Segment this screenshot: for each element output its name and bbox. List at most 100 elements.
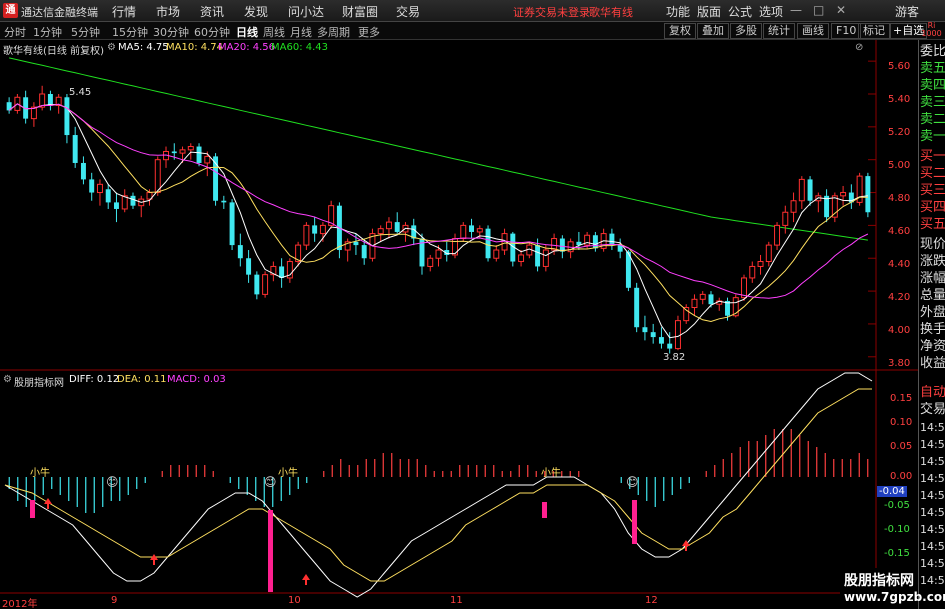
candle-body-down <box>535 245 541 267</box>
period-15min[interactable]: 15分钟 <box>112 24 148 40</box>
date-label: 2012年 <box>2 599 38 609</box>
menu-jiaoyi[interactable]: 交易 <box>396 3 420 20</box>
side-item[interactable]: 买三 <box>920 183 945 199</box>
candle-body-up <box>187 146 194 151</box>
macd-tick: 0.05 <box>890 441 913 452</box>
side-item[interactable]: 换手 <box>920 322 945 338</box>
candle-body-down <box>312 225 318 234</box>
maximize-button[interactable]: □ <box>813 3 824 17</box>
candle-body-down <box>229 202 235 246</box>
side-item[interactable]: 卖三 <box>920 95 945 111</box>
tool-tongji[interactable]: 统计 <box>763 23 795 39</box>
candle-body-up <box>691 298 698 309</box>
signal-bar <box>542 502 547 518</box>
candle-body-down <box>89 179 95 193</box>
app-title: 通达信金融终端 <box>21 6 98 19</box>
menu-shichang[interactable]: 市场 <box>156 3 180 20</box>
menu-caifuquan[interactable]: 财富圈 <box>342 3 378 20</box>
price-tick: 4.60 <box>888 226 911 237</box>
side-item[interactable]: 卖五 <box>920 61 945 77</box>
menu-wenxiaoda[interactable]: 问小达 <box>288 3 324 20</box>
candle-body-down <box>361 245 367 259</box>
menu-zixun[interactable]: 资讯 <box>200 3 224 20</box>
login-status[interactable]: 证券交易未登录 <box>513 4 590 20</box>
niu-signal-1: 小牛 <box>30 468 50 479</box>
menu-xuanxiang[interactable]: 选项 <box>759 3 783 20</box>
ma10-label: MA10: 4.74 <box>166 42 224 53</box>
indicator-settings-icon[interactable]: ⚙ <box>3 374 12 385</box>
side-item[interactable]: 净资 <box>920 339 945 355</box>
buy-arrow-icon <box>302 574 310 585</box>
period-fenshi[interactable]: 分时 <box>4 24 26 40</box>
menu-gongneng[interactable]: 功能 <box>666 3 690 20</box>
tool-diejia[interactable]: 叠加 <box>697 23 729 39</box>
settings-icon[interactable]: ⚙ <box>107 42 116 53</box>
period-30min[interactable]: 30分钟 <box>153 24 189 40</box>
expand-icon[interactable]: ⊘ <box>855 42 863 53</box>
price-tick: 5.60 <box>888 61 911 72</box>
side-item[interactable]: 买五 <box>920 217 945 233</box>
side-item[interactable]: 外盘 <box>920 305 945 321</box>
candle-body-up <box>204 155 211 164</box>
kline-chart[interactable] <box>0 40 918 609</box>
menu-gongshi[interactable]: 公式 <box>728 3 752 20</box>
close-button[interactable]: ✕ <box>836 3 846 17</box>
period-5min[interactable]: 5分钟 <box>71 24 100 40</box>
side-item[interactable]: 涨跌 <box>920 254 945 270</box>
side-item[interactable]: 买四 <box>920 200 945 216</box>
period-more[interactable]: 更多 <box>358 24 380 40</box>
guest-label[interactable]: 游客 <box>895 3 919 20</box>
candle-body-down <box>609 233 615 246</box>
chart-area[interactable]: 歌华有线(日线 前复权) ⚙ MA5: 4.75 MA10: 4.74 MA20… <box>0 40 918 609</box>
high-price-marker: 5.45 <box>69 87 92 98</box>
candle-body-up <box>699 293 706 300</box>
side-auto[interactable]: 自动 <box>920 385 945 401</box>
side-time: 14:56 <box>920 574 945 587</box>
period-multi[interactable]: 多周期 <box>317 24 350 40</box>
period-1min[interactable]: 1分钟 <box>33 24 62 40</box>
candle-body-down <box>130 195 136 206</box>
minimize-button[interactable]: — <box>790 3 802 17</box>
tool-f10[interactable]: F10 <box>831 23 862 39</box>
indicator-header: 股朋指标网 <box>14 378 64 389</box>
side-item[interactable]: 卖四 <box>920 78 945 94</box>
tool-duogu[interactable]: 多股 <box>730 23 762 39</box>
smile-icon-2: 😊 <box>264 475 277 489</box>
tool-huaxian[interactable]: 画线 <box>797 23 829 39</box>
period-month[interactable]: 月线 <box>290 24 312 40</box>
side-time: 14:56 <box>920 421 945 434</box>
menu-banmian[interactable]: 版面 <box>697 3 721 20</box>
candle-body-up <box>303 224 310 246</box>
candle-body-down <box>237 245 243 259</box>
candle-body-down <box>246 258 252 275</box>
candle-body-down <box>394 222 400 232</box>
low-price-marker: 3.82 <box>663 352 686 363</box>
candle-body-down <box>634 287 640 328</box>
tool-fuquan[interactable]: 复权 <box>664 23 696 39</box>
side-item[interactable]: 卖二 <box>920 112 945 128</box>
side-item[interactable]: 收益 <box>920 356 945 372</box>
date-label: 9 <box>111 595 118 606</box>
menu-hangqing[interactable]: 行情 <box>112 3 136 20</box>
period-day[interactable]: 日线 <box>236 24 258 40</box>
signal-bar <box>632 500 637 544</box>
signal-bar <box>268 510 273 592</box>
tool-biaoji[interactable]: 标记 <box>858 23 890 39</box>
side-item[interactable]: 卖一 <box>920 129 945 145</box>
smile-icon-3: 😊 <box>626 475 639 489</box>
candle-body-down <box>254 274 260 295</box>
side-item[interactable]: 涨幅 <box>920 271 945 287</box>
side-item[interactable]: 现价 <box>920 237 945 253</box>
side-item[interactable]: 买一 <box>920 149 945 165</box>
side-trade[interactable]: 交易 <box>920 402 945 418</box>
period-week[interactable]: 周线 <box>263 24 285 40</box>
period-60min[interactable]: 60分钟 <box>194 24 230 40</box>
side-item[interactable]: 委比 <box>920 44 945 60</box>
side-item[interactable]: 买二 <box>920 166 945 182</box>
side-time: 14:56 <box>920 455 945 468</box>
side-item[interactable]: 总量 <box>920 288 945 304</box>
ma5-label: MA5: 4.75 <box>118 42 169 53</box>
menu-faxian[interactable]: 发现 <box>244 3 268 20</box>
price-tick: 5.20 <box>888 127 911 138</box>
smile-icon-1: 😊 <box>106 475 119 489</box>
